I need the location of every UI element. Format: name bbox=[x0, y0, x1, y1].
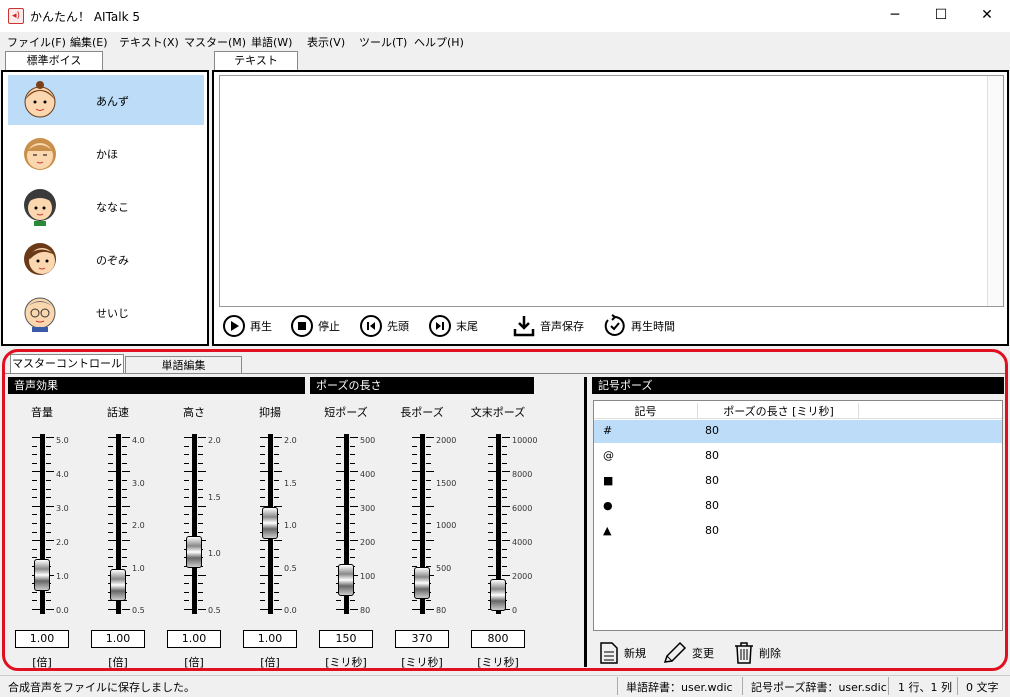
menu-text[interactable]: テキスト(X) bbox=[119, 34, 179, 50]
status-divider bbox=[742, 677, 743, 695]
text-scrollbar[interactable] bbox=[987, 76, 1003, 306]
head-button[interactable]: 先頭 bbox=[359, 312, 409, 340]
clock-icon bbox=[604, 314, 625, 336]
menu-edit[interactable]: 編集(E) bbox=[70, 34, 108, 50]
play-time-label: 再生時間 bbox=[631, 320, 675, 333]
menu-master[interactable]: マスター(M) bbox=[184, 34, 246, 50]
title-bar bbox=[0, 0, 1010, 32]
menu-word[interactable]: 単語(W) bbox=[251, 34, 292, 50]
head-label: 先頭 bbox=[387, 320, 409, 333]
status-word-dict: 単語辞書：user.wdic bbox=[626, 681, 733, 694]
voice-name: せいじ bbox=[96, 307, 129, 320]
voice-name: のぞみ bbox=[96, 254, 129, 267]
status-symbol-dict: 記号ポーズ辞書：user.sdic bbox=[751, 681, 887, 694]
menu-file[interactable]: ファイル(F) bbox=[7, 34, 66, 50]
skip-back-icon bbox=[360, 315, 382, 337]
status-divider bbox=[888, 677, 889, 695]
play-button[interactable]: 再生 bbox=[222, 312, 272, 340]
tab-standard-voice[interactable]: 標準ボイス bbox=[5, 51, 103, 71]
avatar-nanako bbox=[24, 189, 56, 226]
voice-name: かほ bbox=[96, 148, 118, 161]
download-icon bbox=[513, 316, 535, 337]
highlight-frame bbox=[2, 349, 1008, 671]
save-audio-button[interactable]: 音声保存 bbox=[512, 312, 584, 340]
skip-forward-icon bbox=[429, 315, 451, 337]
stop-button[interactable]: 停止 bbox=[290, 312, 340, 340]
voice-item-nozomi[interactable]: のぞみ bbox=[8, 234, 204, 284]
voice-item-nanako[interactable]: ななこ bbox=[8, 181, 204, 231]
tail-button[interactable]: 末尾 bbox=[428, 312, 478, 340]
status-divider bbox=[617, 677, 618, 695]
play-label: 再生 bbox=[250, 320, 272, 333]
menu-tools[interactable]: ツール(T) bbox=[359, 34, 407, 50]
avatar-seiji bbox=[24, 297, 56, 332]
save-audio-label: 音声保存 bbox=[540, 320, 584, 333]
tab-text[interactable]: テキスト bbox=[214, 51, 298, 71]
menu-help[interactable]: ヘルプ(H) bbox=[414, 34, 464, 50]
voice-name: ななこ bbox=[96, 201, 129, 214]
status-divider bbox=[957, 677, 958, 695]
text-input[interactable] bbox=[219, 75, 1004, 307]
stop-icon bbox=[291, 315, 313, 337]
menu-view[interactable]: 表示(V) bbox=[307, 34, 345, 50]
avatar-kaho bbox=[24, 138, 56, 170]
avatar-anzu bbox=[24, 81, 56, 118]
voice-name: あんず bbox=[96, 95, 129, 108]
speaker-icon: ◂) bbox=[8, 8, 24, 24]
stop-label: 停止 bbox=[318, 320, 340, 333]
minimize-button[interactable]: ─ bbox=[872, 0, 918, 32]
status-position: 1 行、1 列 bbox=[898, 681, 952, 694]
voice-item-seiji[interactable]: せいじ bbox=[8, 287, 204, 337]
status-chars: 0 文字 bbox=[966, 681, 999, 694]
avatar-nozomi bbox=[24, 243, 56, 275]
app-title: かんたん！ AITalk 5 bbox=[30, 10, 140, 24]
maximize-button[interactable]: ☐ bbox=[918, 0, 964, 32]
voice-item-kaho[interactable]: かほ bbox=[8, 128, 204, 178]
status-message: 合成音声をファイルに保存しました。 bbox=[8, 681, 195, 694]
play-icon bbox=[223, 315, 245, 337]
play-time-button[interactable]: 再生時間 bbox=[603, 312, 675, 340]
voice-item-anzu[interactable]: あんず bbox=[8, 75, 204, 125]
close-button[interactable]: ✕ bbox=[964, 0, 1010, 32]
tail-label: 末尾 bbox=[456, 320, 478, 333]
